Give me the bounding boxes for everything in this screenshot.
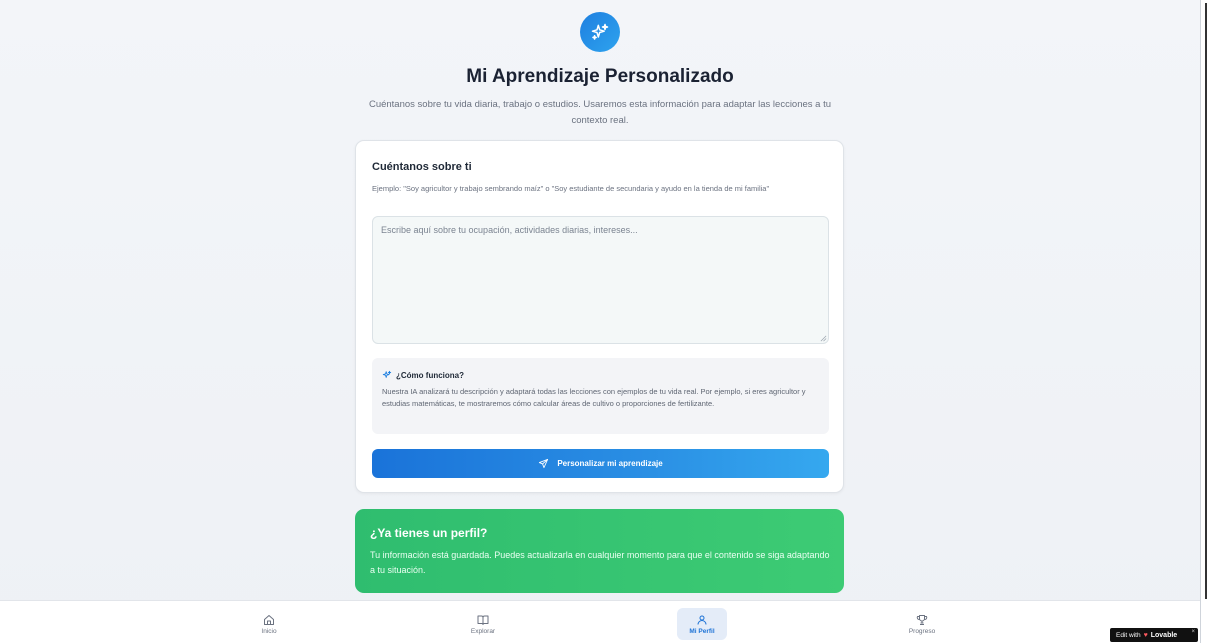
page-title: Mi Aprendizaje Personalizado [466, 66, 734, 87]
form-title: Cuéntanos sobre ti [372, 161, 472, 173]
nav-item-mi-perfil[interactable]: Mi Perfil [677, 608, 727, 640]
nav-label-inicio: Inicio [261, 627, 277, 635]
form-hint: Ejemplo: "Soy agricultor y trabajo sembr… [372, 184, 770, 193]
personalization-form-card: Cuéntanos sobre ti Ejemplo: "Soy agricul… [355, 140, 844, 493]
edit-with-lovable-badge[interactable]: Edit with ♥ Lovable × [1110, 628, 1198, 642]
about-me-textarea[interactable] [372, 216, 829, 344]
nav-item-progreso[interactable]: Progreso [897, 608, 947, 640]
existing-profile-card: ¿Ya tienes un perfil? Tu información est… [355, 509, 844, 593]
heart-icon: ♥ [1143, 631, 1148, 639]
how-it-works-title: ¿Cómo funciona? [396, 370, 464, 380]
how-it-works-body: Nuestra IA analizará tu descripción y ad… [382, 387, 806, 408]
nav-label-explorar: Explorar [470, 627, 496, 635]
existing-profile-title: ¿Ya tienes un perfil? [370, 526, 488, 540]
nav-label-progreso: Progreso [908, 627, 936, 635]
main-content: Mi Aprendizaje Personalizado Cuéntanos s… [0, 0, 1200, 600]
how-it-works-header: ¿Cómo funciona? [382, 370, 464, 380]
book-icon [477, 615, 489, 625]
page-subtitle: Cuéntanos sobre tu vida diaria, trabajo … [368, 99, 832, 126]
window-edge [1200, 0, 1209, 643]
nav-item-explorar[interactable]: Explorar [458, 608, 508, 640]
badge-brand: Lovable [1150, 631, 1178, 639]
sparkles-icon [382, 370, 392, 378]
nav-item-inicio[interactable]: Inicio [244, 608, 294, 640]
send-icon [539, 458, 549, 469]
trophy-icon [916, 614, 928, 625]
badge-close-button[interactable]: × [1191, 629, 1195, 635]
user-icon [697, 615, 707, 625]
nav-label-mi-perfil: Mi Perfil [689, 627, 715, 635]
home-icon [264, 614, 274, 625]
existing-profile-body: Tu información está guardada. Puedes act… [370, 550, 830, 575]
bottom-nav: Inicio Explorar Mi Perfil Progreso [0, 600, 1200, 643]
how-it-works-box: ¿Cómo funciona? Nuestra IA analizará tu … [372, 358, 829, 434]
personalize-button-label: Personalizar mi aprendizaje [557, 459, 663, 468]
badge-prefix: Edit with [1116, 631, 1141, 639]
personalize-button[interactable]: Personalizar mi aprendizaje [372, 449, 829, 478]
resize-grip-icon[interactable] [820, 335, 827, 342]
sparkles-icon [580, 12, 620, 52]
